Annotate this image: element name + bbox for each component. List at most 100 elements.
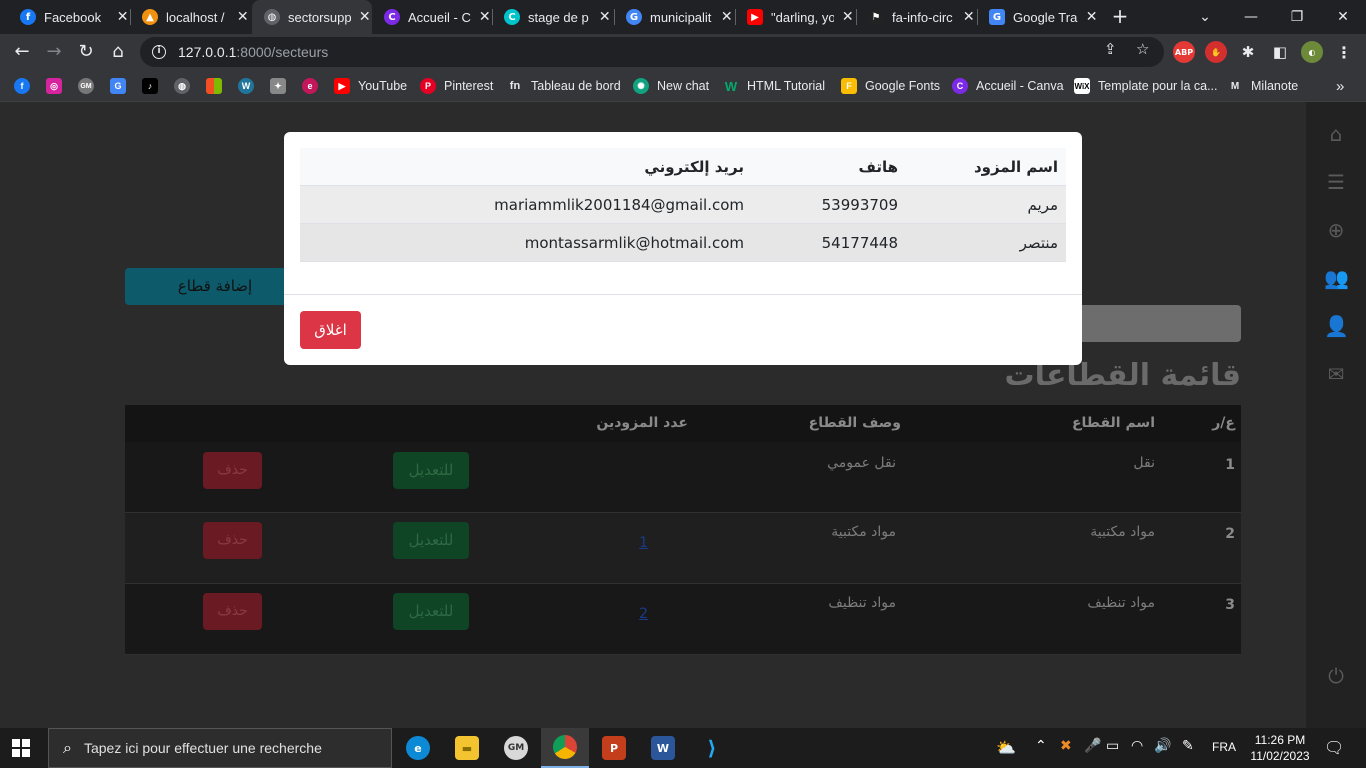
taskbar-edge[interactable]: e [394, 728, 442, 768]
home-icon[interactable]: ⌂ [1324, 122, 1348, 146]
minimize-icon[interactable]: — [1228, 0, 1274, 34]
reload-icon[interactable]: ↻ [74, 40, 98, 64]
bookmark-milanote[interactable]: M Milanote [1227, 76, 1298, 96]
col-supplier-name: اسم المزود [973, 158, 1058, 176]
edit-button[interactable]: للتعديل [393, 452, 469, 489]
bookmark-star-icon[interactable]: ☆ [1136, 40, 1149, 58]
close-icon[interactable]: ✕ [840, 9, 855, 25]
delete-button[interactable]: حذف [203, 522, 262, 559]
supplier-count-link[interactable]: 2 [639, 606, 648, 622]
tab-fa-info-circle[interactable]: ⚑ fa-info-circ ✕ [856, 0, 976, 34]
extensions-icon[interactable]: ✱ [1237, 41, 1259, 63]
volume-icon[interactable]: 🔊 [1154, 738, 1171, 754]
site-info-icon[interactable]: i [152, 45, 166, 59]
close-icon[interactable]: ✕ [597, 9, 612, 25]
bookmark-translate[interactable]: G [110, 76, 126, 96]
list-icon[interactable]: ☰ [1324, 170, 1348, 194]
close-icon[interactable]: ✕ [1084, 9, 1099, 25]
taskbar-chrome[interactable] [541, 728, 589, 768]
new-tab-button[interactable]: + [1108, 5, 1132, 29]
close-icon[interactable]: ✕ [235, 9, 250, 25]
envelope-icon[interactable]: ✉ [1324, 362, 1348, 386]
tab-search-chevron-icon[interactable]: ⌄ [1182, 0, 1228, 34]
menu-icon[interactable]: ⋮ [1333, 41, 1355, 63]
suppliers-table: اسم المزود هاتف بريد إلكتروني مريم 53993… [300, 148, 1066, 262]
language-indicator[interactable]: FRA [1212, 740, 1236, 754]
bookmark-instagram[interactable]: ◎ [46, 76, 62, 96]
weather-icon[interactable]: ⛅ [996, 738, 1016, 757]
taskbar-gm[interactable]: GM [492, 728, 540, 768]
address-bar[interactable]: i 127.0.0.1:8000/secteurs [140, 37, 1164, 67]
bookmark-wordpress[interactable]: W [238, 76, 254, 96]
users-icon[interactable]: 👥 [1324, 266, 1349, 290]
supplier-count-link[interactable]: 1 [639, 535, 648, 551]
table-row: 2 مواد مكتبية مواد مكتبية 1 للتعديل حذف [125, 513, 1241, 584]
bookmark-e[interactable]: e [302, 76, 318, 96]
close-icon[interactable]: ✕ [961, 9, 976, 25]
bookmark-gm[interactable]: GM [78, 76, 94, 96]
canva-icon: C [384, 9, 400, 25]
close-icon[interactable]: ✕ [357, 9, 372, 25]
tab-municipalite[interactable]: G municipalit ✕ [614, 0, 734, 34]
home-icon[interactable]: ⌂ [106, 40, 130, 64]
bookmark-html-tutorial[interactable]: W HTML Tutorial [723, 76, 825, 96]
tab-localhost[interactable]: ▲ localhost / ✕ [130, 0, 250, 34]
tab-accueil-canva[interactable]: C Accueil - C ✕ [372, 0, 492, 34]
power-icon[interactable]: ⏻ [1324, 664, 1348, 688]
windows-start-icon[interactable] [12, 739, 30, 757]
tab-title: "darling, yo [771, 9, 835, 25]
close-window-icon[interactable]: ✕ [1320, 0, 1366, 34]
bookmark-globe[interactable]: ◍ [174, 76, 190, 96]
restore-icon[interactable]: ❐ [1274, 0, 1320, 34]
keyboard-icon[interactable]: ▭ [1106, 738, 1119, 754]
share-icon[interactable]: ⇪ [1104, 40, 1117, 58]
add-user-icon[interactable]: 👤 [1324, 314, 1349, 338]
close-icon[interactable]: ✕ [477, 9, 492, 25]
tab-facebook[interactable]: f Facebook ✕ [8, 0, 130, 34]
bookmark-new-chat[interactable]: ✺ New chat [633, 76, 709, 96]
pen-icon[interactable]: ✎ [1182, 738, 1194, 754]
bookmark-facebook[interactable]: f [14, 76, 30, 96]
tab-youtube[interactable]: ▶ "darling, yo ✕ [735, 0, 855, 34]
back-icon[interactable]: ← [10, 40, 34, 64]
microphone-icon[interactable]: 🎤 [1084, 738, 1101, 754]
close-modal-button[interactable]: اغلاق [300, 311, 361, 349]
bookmark-google-fonts[interactable]: F Google Fonts [841, 76, 940, 96]
delete-button[interactable]: حذف [203, 593, 262, 630]
forward-icon[interactable]: → [42, 40, 66, 64]
bookmark-tiktok[interactable]: ♪ [142, 76, 158, 96]
close-icon[interactable]: ✕ [719, 9, 734, 25]
taskbar-vscode[interactable]: ⟩ [688, 728, 736, 768]
chevron-up-icon[interactable]: ⌃ [1035, 738, 1047, 754]
bookmark-youtube[interactable]: ▶ YouTube [334, 76, 407, 96]
tab-google-translate[interactable]: G Google Tra ✕ [977, 0, 1099, 34]
taskbar-word[interactable]: W [639, 728, 687, 768]
bookmark-template[interactable]: WiX Template pour la ca... [1074, 76, 1218, 96]
tab-stage[interactable]: C stage de p ✕ [492, 0, 612, 34]
add-circle-icon[interactable]: ⊕ [1324, 218, 1348, 242]
tab-sectorsupp[interactable]: ◍ sectorsupp ✕ [252, 0, 372, 34]
bookmark-microsoft[interactable] [206, 76, 222, 96]
notifications-icon[interactable]: 🗨 [1324, 738, 1344, 757]
taskbar-powerpoint[interactable]: P [590, 728, 638, 768]
w3schools-icon: W [724, 78, 738, 94]
bookmark-accueil-canva[interactable]: C Accueil - Canva [952, 76, 1064, 96]
close-icon[interactable]: ✕ [115, 9, 130, 25]
add-sector-button[interactable]: إضافة قطاع [125, 268, 305, 305]
adblock-icon[interactable]: ✋ [1205, 41, 1227, 63]
edit-button[interactable]: للتعديل [393, 522, 469, 559]
delete-button[interactable]: حذف [203, 452, 262, 489]
more-bookmarks-icon[interactable]: » [1336, 76, 1344, 96]
edit-button[interactable]: للتعديل [393, 593, 469, 630]
wifi-icon[interactable]: ◠ [1131, 738, 1143, 754]
taskbar-file-explorer[interactable]: ▬ [443, 728, 491, 768]
xampp-icon[interactable]: ✖ [1060, 738, 1072, 754]
taskbar-search[interactable]: ⌕ Tapez ici pour effectuer une recherche [48, 728, 392, 768]
clock[interactable]: 11:26 PM 11/02/2023 [1240, 732, 1320, 764]
adblock-plus-icon[interactable]: ABP [1173, 41, 1195, 63]
bookmark-tableau-de-bord[interactable]: fn Tableau de bord [507, 76, 621, 96]
bookmark-pinterest[interactable]: P Pinterest [420, 76, 493, 96]
profile-avatar[interactable]: ◐ [1301, 41, 1323, 63]
side-panel-icon[interactable]: ◧ [1269, 41, 1291, 63]
bookmark-bird[interactable]: ✦ [270, 76, 286, 96]
